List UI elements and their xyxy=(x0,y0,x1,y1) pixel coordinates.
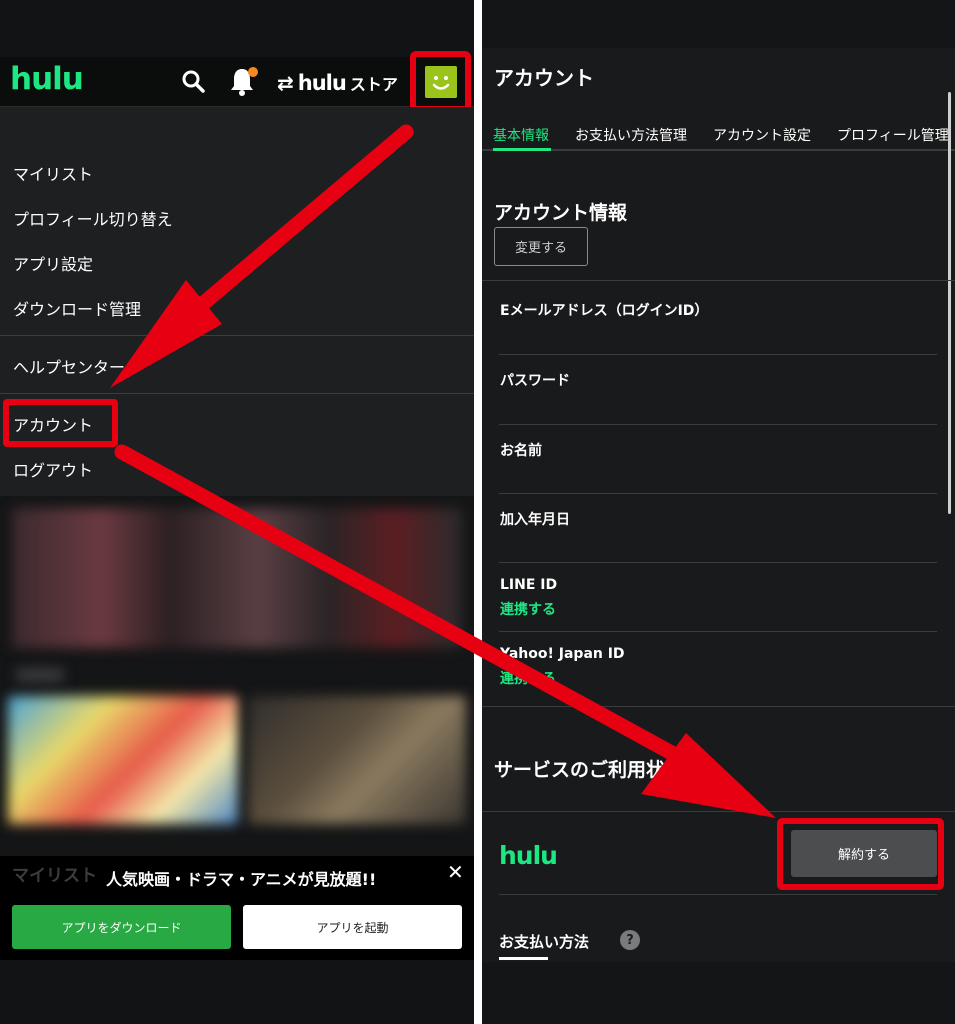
bottom-bar xyxy=(0,960,474,1024)
blurred-label xyxy=(16,668,64,682)
blurred-banner xyxy=(12,508,462,648)
line-connect-link[interactable]: 連携する xyxy=(500,599,556,619)
account-settings-screen: アカウント 基本情報 お支払い方法管理 アカウント設定 プロフィール管理 アカウ… xyxy=(482,0,955,1024)
tab-basic-info[interactable]: 基本情報 xyxy=(493,125,549,145)
swap-icon: ⇄ xyxy=(277,71,294,95)
service-status-title: サービスのご利用状況 xyxy=(494,759,685,781)
payment-tab-indicator xyxy=(499,957,548,960)
section-divider xyxy=(482,706,955,707)
row-divider xyxy=(499,493,937,494)
tab-profile-management[interactable]: プロフィール管理 xyxy=(837,125,949,145)
promo-text: 人気映画・ドラマ・アニメが見放題!! xyxy=(106,870,377,889)
store-hulu-wordmark: hulu xyxy=(297,71,347,95)
blurred-thumbnail xyxy=(8,696,238,824)
hulu-logo: hulu xyxy=(499,841,558,870)
notification-dot xyxy=(248,67,258,77)
hulu-store-link[interactable]: ⇄ hulu ストア xyxy=(277,70,398,96)
bottom-bar xyxy=(482,962,955,1024)
name-field-label: お名前 xyxy=(500,443,542,459)
cancel-subscription-button[interactable]: 解約する xyxy=(791,830,937,877)
row-divider xyxy=(499,894,937,895)
menu-item-download-management[interactable]: ダウンロード管理 xyxy=(13,296,141,320)
store-label: ストア xyxy=(349,75,398,94)
promo-underlying-label: マイリスト xyxy=(12,866,97,886)
menu-divider xyxy=(0,335,474,336)
section-divider xyxy=(482,280,955,281)
active-tab-indicator xyxy=(493,148,551,151)
tab-payment-management[interactable]: お支払い方法管理 xyxy=(575,125,687,145)
mobile-menu-screen: hulu ⇄ hulu ストア マイリスト プロフィール切り替え アプリ設定 ダ… xyxy=(0,0,474,1024)
row-divider xyxy=(499,631,937,632)
row-divider xyxy=(499,424,937,425)
menu-item-logout[interactable]: ログアウト xyxy=(13,457,93,481)
help-icon[interactable]: ? xyxy=(620,930,640,950)
blurred-content-area xyxy=(0,496,474,856)
menu-item-app-settings[interactable]: アプリ設定 xyxy=(13,251,93,275)
yahoo-connect-link[interactable]: 連携する xyxy=(500,668,556,688)
menu-item-help-center[interactable]: ヘルプセンター xyxy=(13,354,125,378)
menu-divider xyxy=(0,393,474,394)
close-icon[interactable]: ✕ xyxy=(447,860,464,884)
status-area xyxy=(0,0,474,57)
account-tabs: 基本情報 お支払い方法管理 アカウント設定 プロフィール管理 xyxy=(482,120,955,151)
search-icon[interactable] xyxy=(181,69,205,93)
row-divider xyxy=(499,562,937,563)
page-title: アカウント xyxy=(494,66,594,90)
launch-app-button[interactable]: アプリを起動 xyxy=(243,905,462,949)
account-info-title: アカウント情報 xyxy=(494,202,628,224)
scrollbar[interactable] xyxy=(948,92,951,514)
join-date-field-label: 加入年月日 xyxy=(500,512,570,528)
section-divider xyxy=(482,811,955,812)
menu-item-switch-profile[interactable]: プロフィール切り替え xyxy=(13,206,173,230)
hulu-logo[interactable]: hulu xyxy=(10,61,84,97)
tab-account-settings[interactable]: アカウント設定 xyxy=(713,125,811,145)
yahoo-id-field-label: Yahoo! Japan ID xyxy=(500,646,625,662)
row-divider xyxy=(499,354,937,355)
email-field-label: Eメールアドレス（ログインID） xyxy=(500,303,709,319)
line-id-field-label: LINE ID xyxy=(500,577,558,593)
smiley-avatar-icon[interactable] xyxy=(425,66,457,98)
status-area xyxy=(482,0,955,48)
account-highlight-box xyxy=(3,399,118,447)
payment-method-title[interactable]: お支払い方法 xyxy=(499,931,589,952)
change-button[interactable]: 変更する xyxy=(494,227,588,266)
download-app-button[interactable]: アプリをダウンロード xyxy=(12,905,231,949)
blurred-thumbnail xyxy=(248,696,466,824)
menu-item-mylist[interactable]: マイリスト xyxy=(13,161,93,185)
password-field-label: パスワード xyxy=(500,373,570,389)
